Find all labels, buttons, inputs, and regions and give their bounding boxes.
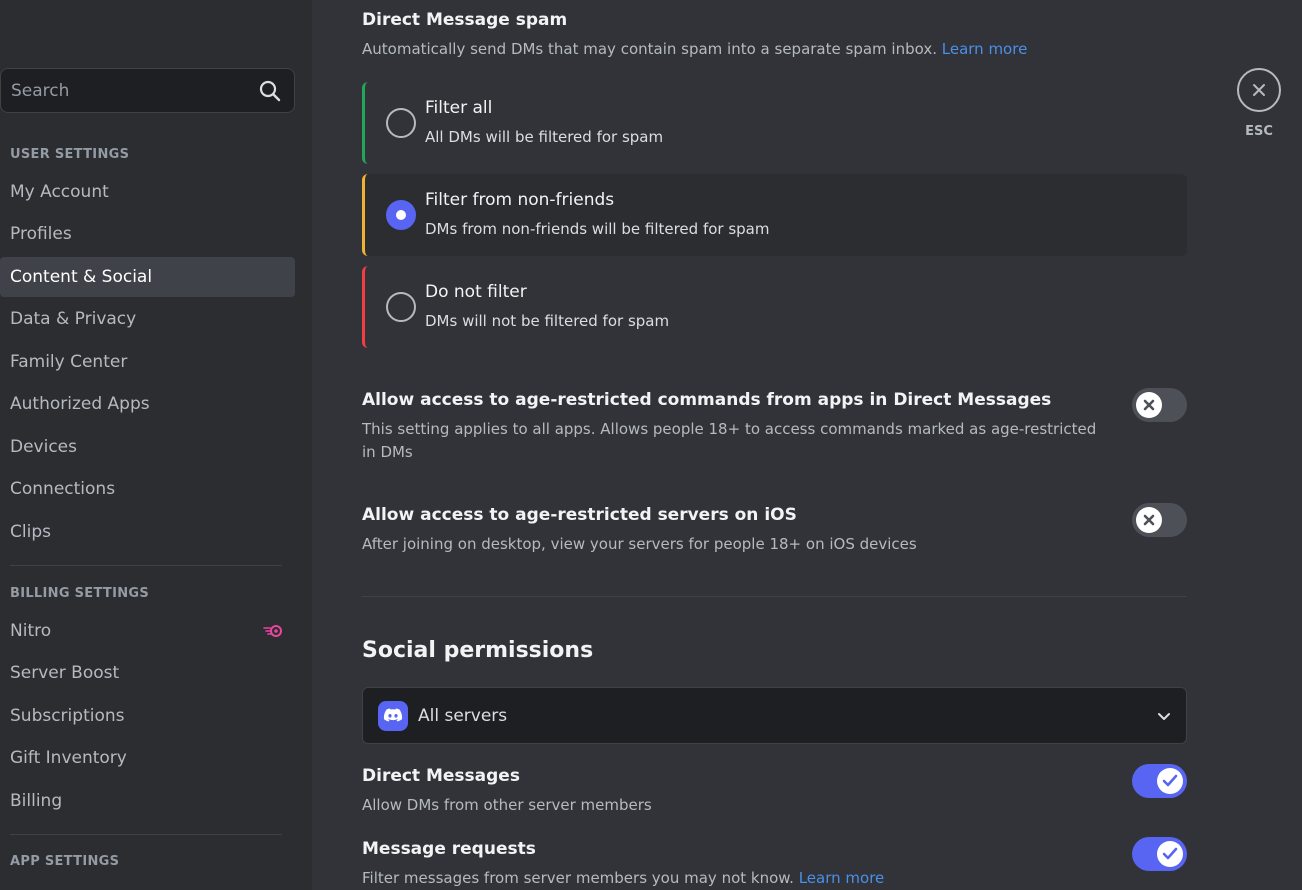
age-commands-title: Allow access to age-restricted commands … [362,390,1052,410]
billing-settings-header: BILLING SETTINGS [10,586,150,601]
direct-messages-title: Direct Messages [362,766,520,786]
sidebar-item-label: Content & Social [10,267,153,287]
sidebar-item-profiles[interactable]: Profiles [0,214,295,254]
sidebar-item-label: Clips [10,522,51,542]
x-icon [1143,399,1155,411]
sidebar-item-label: Connections [10,479,116,499]
sidebar-item-label: Devices [10,437,77,457]
age-servers-ios-description: After joining on desktop, view your serv… [362,535,917,553]
sidebar-item-server-boost[interactable]: Server Boost [0,653,295,693]
toggle-knob [1136,507,1162,533]
esc-label: ESC [1245,124,1273,139]
check-icon [1162,774,1178,787]
sidebar-item-label: Subscriptions [10,706,125,726]
sidebar-item-devices[interactable]: Devices [0,427,295,467]
sidebar-item-connections[interactable]: Connections [0,469,295,509]
server-select-value: All servers [418,706,508,726]
age-commands-toggle[interactable] [1132,388,1187,422]
sidebar-item-content-social[interactable]: Content & Social [0,257,295,297]
search-icon [259,80,281,101]
sidebar-item-label: Gift Inventory [10,748,127,768]
search-input[interactable] [11,80,258,101]
sidebar-item-label: Data & Privacy [10,309,137,329]
section-divider [362,596,1187,597]
sidebar-item-gift-inventory[interactable]: Gift Inventory [0,738,295,778]
radio-title: Do not filter [425,282,527,302]
radio-button[interactable] [386,292,416,322]
sidebar-item-label: Nitro [10,621,52,641]
sidebar-item-label: My Account [10,182,109,202]
close-button[interactable] [1237,68,1281,112]
radio-button[interactable] [386,108,416,138]
settings-window: USER SETTINGS My Account Profiles Conten… [0,0,1302,890]
settings-sidebar: USER SETTINGS My Account Profiles Conten… [0,0,312,890]
learn-more-link[interactable]: Learn more [942,40,1028,58]
radio-subtitle: DMs from non-friends will be filtered fo… [425,220,770,238]
sidebar-item-authorized-apps[interactable]: Authorized Apps [0,384,295,424]
chevron-down-icon [1158,713,1170,720]
sidebar-divider [10,834,282,835]
dm-spam-description: Automatically send DMs that may contain … [362,40,1028,58]
toggle-knob [1157,768,1183,794]
radio-subtitle: DMs will not be filtered for spam [425,312,670,330]
check-icon [1162,847,1178,860]
sidebar-item-data-privacy[interactable]: Data & Privacy [0,299,295,339]
radio-do-not-filter[interactable]: Do not filter DMs will not be filtered f… [362,266,1187,348]
sidebar-item-label: Authorized Apps [10,394,150,414]
sidebar-item-family-center[interactable]: Family Center [0,342,295,382]
age-commands-description: This setting applies to all apps. Allows… [362,420,1097,461]
learn-more-link[interactable]: Learn more [799,869,885,887]
content-social-panel: Direct Message spam Automatically send D… [312,0,1302,890]
sidebar-item-label: Server Boost [10,663,120,683]
message-requests-description: Filter messages from server members you … [362,869,885,887]
app-settings-header: APP SETTINGS [10,854,120,869]
message-requests-toggle[interactable] [1132,837,1187,871]
direct-messages-description: Allow DMs from other server members [362,796,652,814]
close-icon [1253,84,1265,96]
nitro-icon [263,625,282,637]
direct-messages-toggle[interactable] [1132,764,1187,798]
dm-spam-title: Direct Message spam [362,10,568,30]
sidebar-item-my-account[interactable]: My Account [0,172,295,212]
toggle-knob [1157,841,1183,867]
sidebar-item-clips[interactable]: Clips [0,512,295,552]
age-servers-ios-toggle[interactable] [1132,503,1187,537]
radio-title: Filter all [425,98,493,118]
sidebar-item-label: Family Center [10,352,128,372]
social-permissions-heading: Social permissions [362,638,594,663]
radio-button-selected[interactable] [386,200,416,230]
radio-subtitle: All DMs will be filtered for spam [425,128,664,146]
user-settings-header: USER SETTINGS [10,147,130,162]
search-box[interactable] [0,68,295,113]
server-select-dropdown[interactable]: All servers [362,687,1187,744]
x-icon [1143,514,1155,526]
message-requests-title: Message requests [362,839,536,859]
radio-title: Filter from non-friends [425,190,615,210]
discord-logo-icon [378,701,408,731]
sidebar-item-label: Profiles [10,224,72,244]
sidebar-item-subscriptions[interactable]: Subscriptions [0,696,295,736]
age-servers-ios-title: Allow access to age-restricted servers o… [362,505,797,525]
sidebar-divider [10,565,282,566]
toggle-knob [1136,392,1162,418]
radio-filter-all[interactable]: Filter all All DMs will be filtered for … [362,82,1187,164]
radio-filter-non-friends[interactable]: Filter from non-friends DMs from non-fri… [362,174,1187,256]
sidebar-item-billing[interactable]: Billing [0,781,295,821]
sidebar-item-label: Billing [10,791,63,811]
sidebar-item-nitro[interactable]: Nitro [0,611,295,651]
